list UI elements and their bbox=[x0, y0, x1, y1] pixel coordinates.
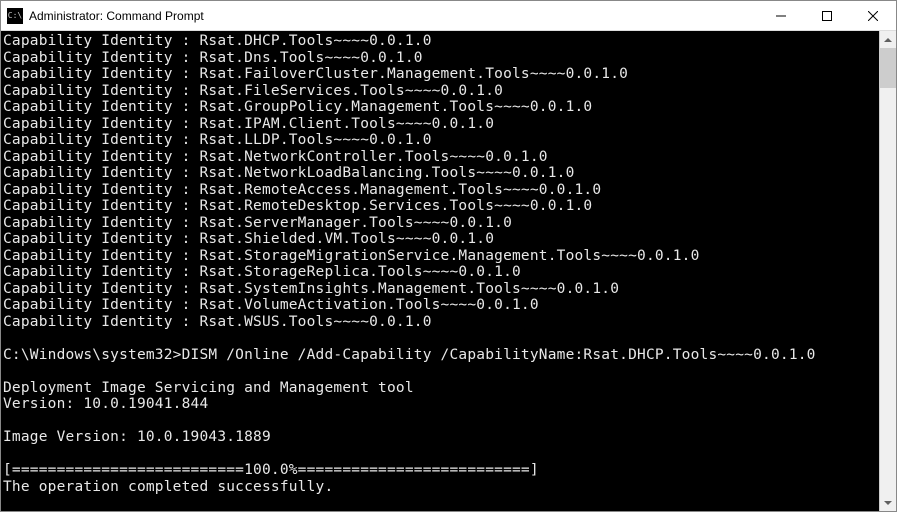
close-button[interactable] bbox=[850, 1, 896, 31]
scrollbar-thumb[interactable] bbox=[880, 48, 896, 88]
window-controls bbox=[758, 1, 896, 31]
command-prompt-window: C:\ Administrator: Command Prompt Capabi… bbox=[0, 0, 897, 512]
titlebar[interactable]: C:\ Administrator: Command Prompt bbox=[1, 1, 896, 31]
minimize-button[interactable] bbox=[758, 1, 804, 31]
vertical-scrollbar[interactable] bbox=[879, 31, 896, 511]
console-output[interactable]: Capability Identity : Rsat.DHCP.Tools~~~… bbox=[1, 31, 879, 511]
scrollbar-down-button[interactable] bbox=[880, 494, 896, 511]
cmd-icon: C:\ bbox=[7, 8, 23, 24]
scrollbar-track[interactable] bbox=[880, 48, 896, 494]
scrollbar-up-button[interactable] bbox=[880, 31, 896, 48]
maximize-button[interactable] bbox=[804, 1, 850, 31]
window-title: Administrator: Command Prompt bbox=[29, 9, 758, 23]
console-area: Capability Identity : Rsat.DHCP.Tools~~~… bbox=[1, 31, 896, 511]
